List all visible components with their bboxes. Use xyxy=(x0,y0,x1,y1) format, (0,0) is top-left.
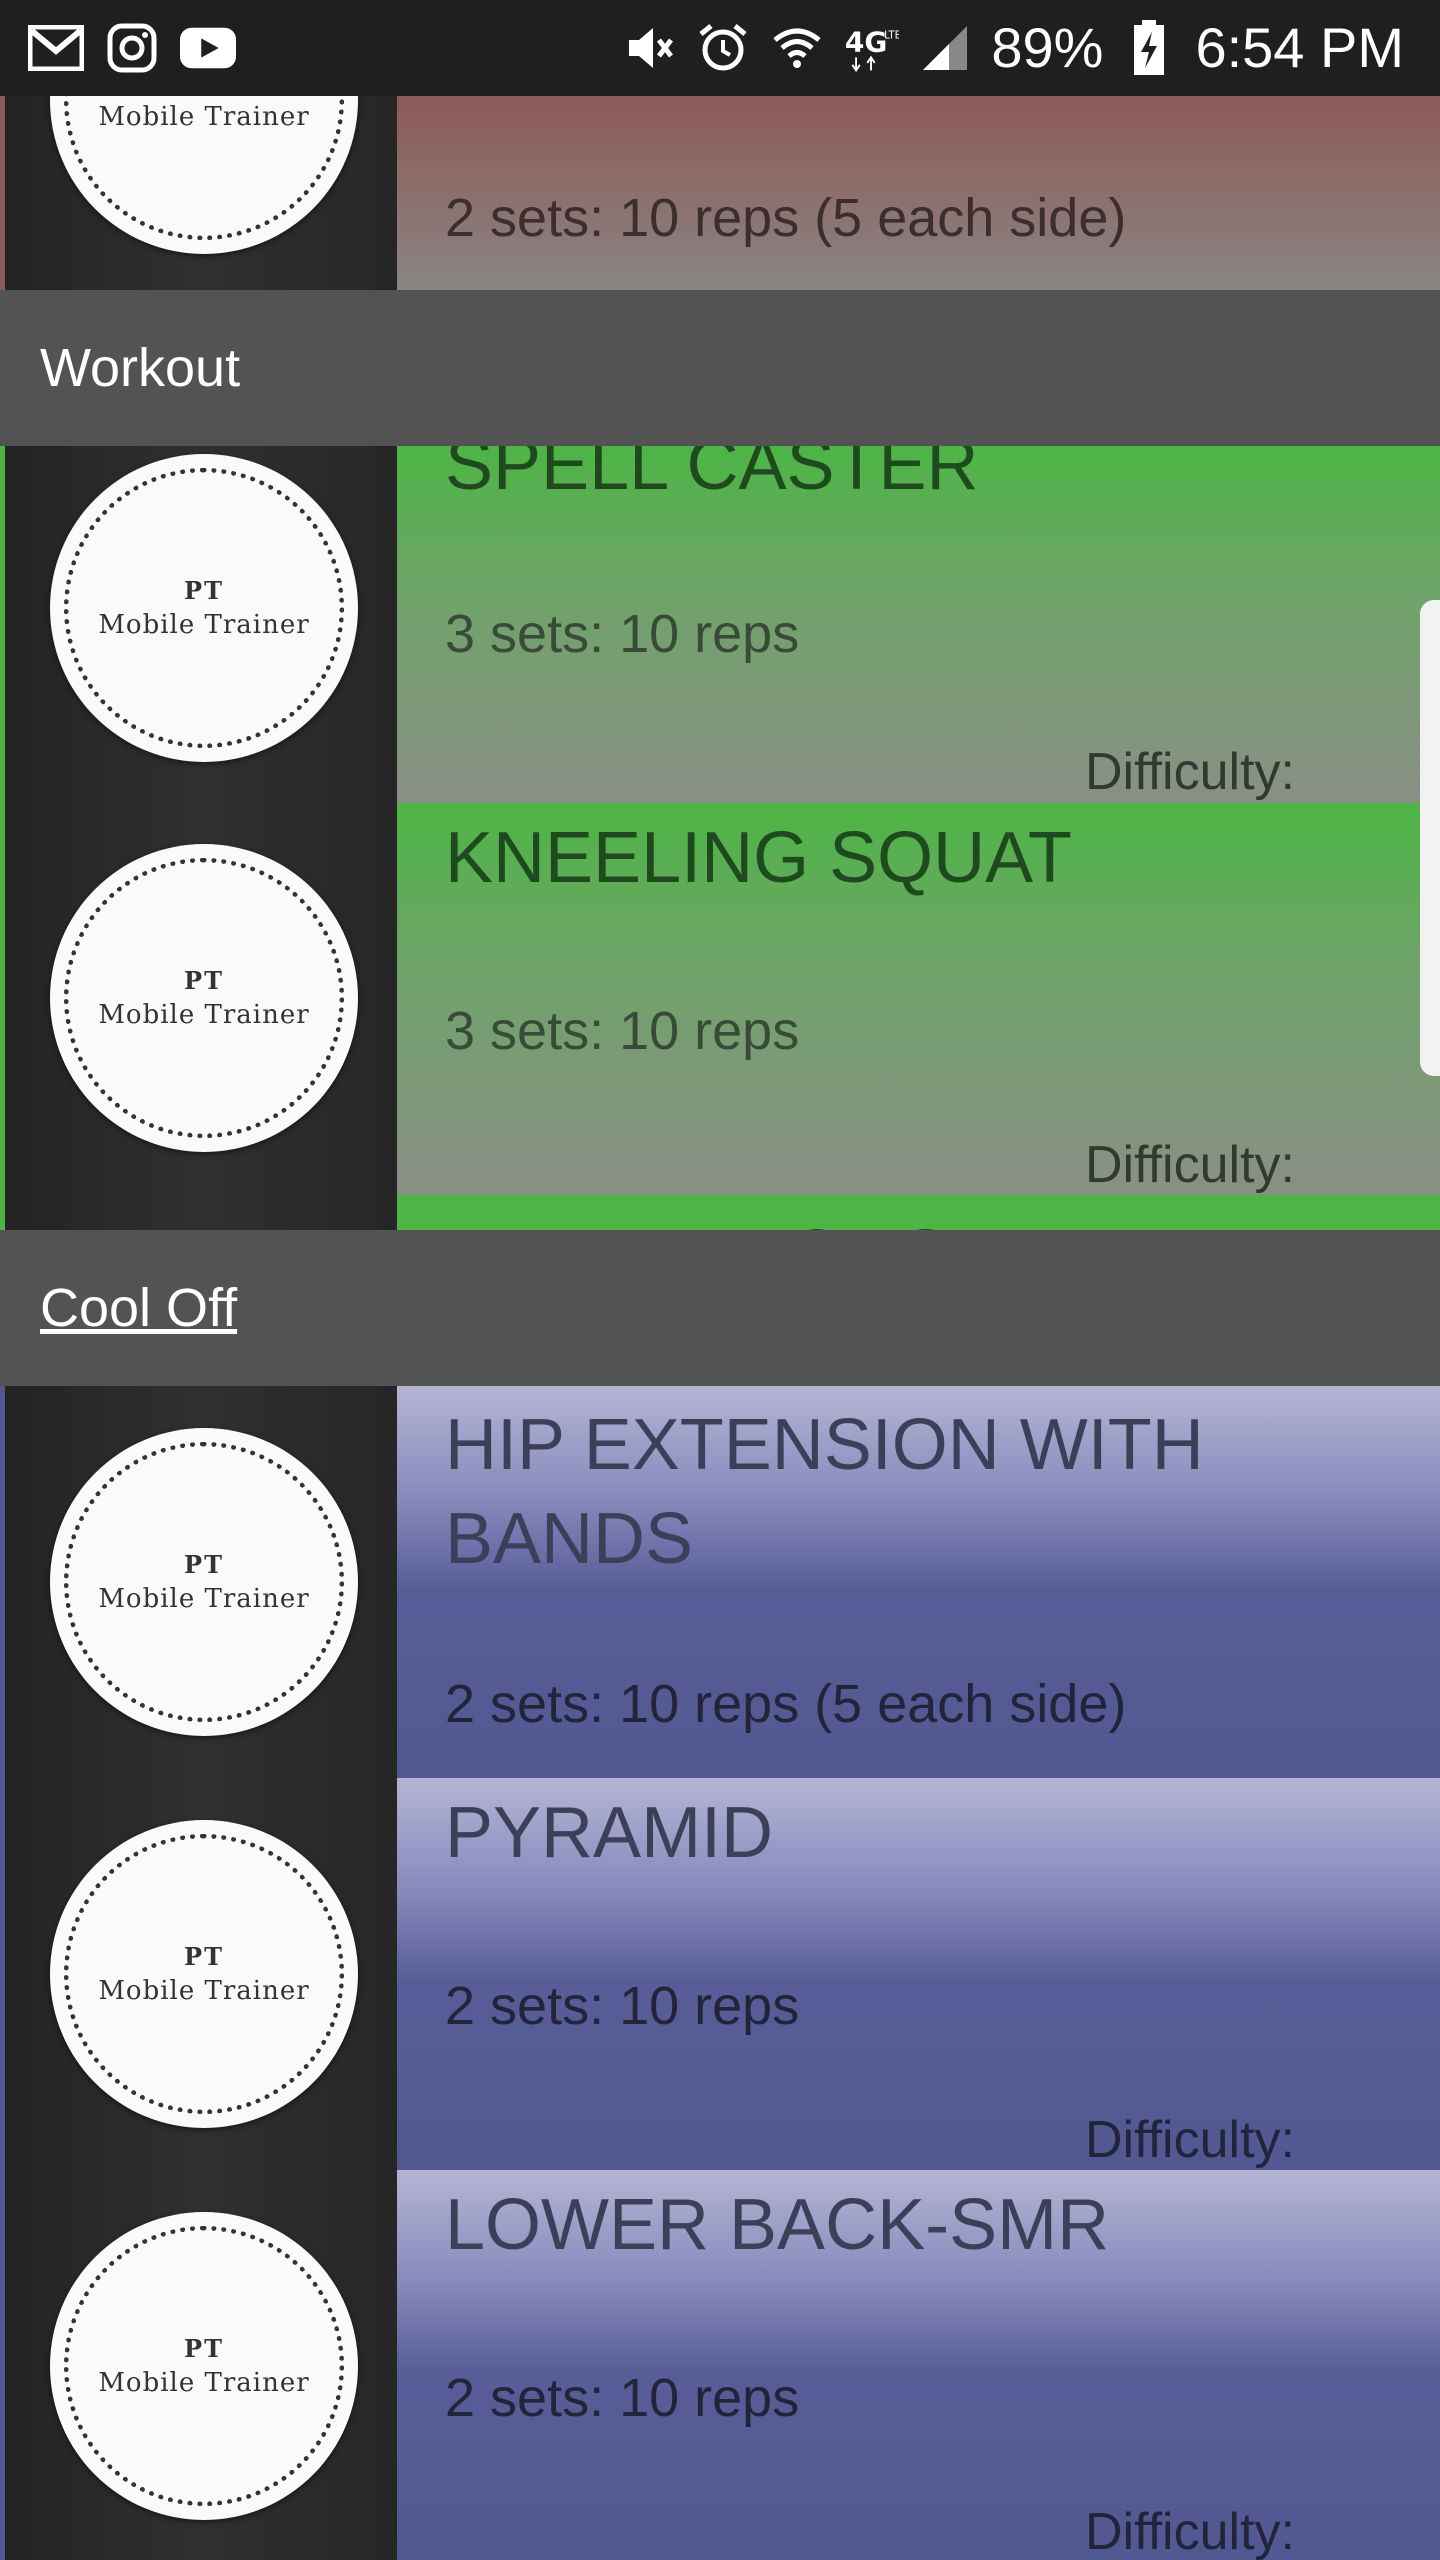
battery-percent: 89% xyxy=(991,16,1104,79)
exercise-sets: 2 sets: 10 reps xyxy=(445,1976,800,2036)
4g-lte-icon: 4GLTE xyxy=(843,20,899,76)
svg-text:4G: 4G xyxy=(845,26,887,59)
exercise-sets: 3 sets: 10 reps xyxy=(445,1001,800,1061)
logo-ring xyxy=(64,1442,344,1722)
clock: 6:54 PM xyxy=(1195,16,1404,79)
logo-line2: Mobile Trainer xyxy=(98,2368,310,2398)
logo-ring xyxy=(64,858,344,1138)
exercise-content: PULL THROUGH xyxy=(397,1195,1440,1230)
exercise-sets: 2 sets: 10 reps (5 each side) xyxy=(445,188,1127,248)
exercise-title: SPELL CASTER xyxy=(445,446,979,505)
exercise-content: SPELL CASTER 3 sets: 10 reps Difficulty: xyxy=(397,446,1440,803)
alarm-icon xyxy=(695,20,751,76)
exercise-content: KNEELING SQUAT 3 sets: 10 reps Difficult… xyxy=(397,803,1440,1195)
signal-icon xyxy=(917,20,973,76)
pt-logo-thumbnail: PT Mobile Trainer xyxy=(50,96,358,254)
exercise-difficulty: Difficulty: xyxy=(1085,743,1295,801)
pt-logo-thumbnail: PT Mobile Trainer xyxy=(50,2212,358,2520)
exercise-content: 2 sets: 10 reps (5 each side) xyxy=(397,96,1440,290)
thumbnail-column: PT Mobile Trainer xyxy=(5,2170,397,2560)
battery-charging-icon xyxy=(1121,20,1177,76)
logo-line2: Mobile Trainer xyxy=(98,1584,310,1614)
logo-line1: PT xyxy=(50,96,358,97)
logo-line2: Mobile Trainer xyxy=(98,1000,310,1030)
logo-line1: PT xyxy=(184,1550,224,1579)
exercise-difficulty: Difficulty: xyxy=(1085,2503,1295,2560)
thumbnail-column: PT Mobile Trainer xyxy=(5,803,397,1195)
exercise-title: HIP EXTENSION WITH BANDS xyxy=(445,1405,1204,1579)
logo-line1: PT xyxy=(184,966,224,995)
exercise-title: PULL THROUGH xyxy=(445,1209,1290,1230)
exercise-content: HIP EXTENSION WITH BANDS 2 sets: 10 reps… xyxy=(397,1386,1440,1778)
instagram-icon xyxy=(104,20,160,76)
exercise-row[interactable]: PULL THROUGH xyxy=(0,1195,1440,1230)
exercise-title: KNEELING SQUAT xyxy=(445,818,1072,898)
exercise-sets: 2 sets: 10 reps (5 each side) xyxy=(445,1674,1127,1734)
logo-line2: Mobile Trainer xyxy=(98,610,310,640)
section-header-cooloff[interactable]: Cool Off xyxy=(0,1230,1440,1386)
exercise-title: PYRAMID xyxy=(445,1793,774,1873)
wifi-icon xyxy=(769,20,825,76)
logo-ring xyxy=(64,1834,344,2114)
exercise-row[interactable]: PT Mobile Trainer KNEELING SQUAT 3 sets:… xyxy=(0,803,1440,1195)
exercise-difficulty: Difficulty: xyxy=(1085,1136,1295,1194)
exercise-sets: 2 sets: 10 reps xyxy=(445,2368,800,2428)
exercise-row[interactable]: PT Mobile Trainer HIP EXTENSION WITH BAN… xyxy=(0,1386,1440,1778)
section-title: Workout xyxy=(40,338,241,398)
pt-logo-thumbnail: PT Mobile Trainer xyxy=(50,1820,358,2128)
mute-icon xyxy=(621,20,677,76)
thumbnail-column: PT Mobile Trainer xyxy=(5,1386,397,1778)
logo-line2: Mobile Trainer xyxy=(98,1976,310,2006)
logo-line1: PT xyxy=(184,2334,224,2363)
logo-line2: Mobile Trainer xyxy=(98,102,310,132)
logo-line1: PT xyxy=(184,1942,224,1971)
logo-ring xyxy=(64,2226,344,2506)
exercise-content: LOWER BACK-SMR 2 sets: 10 reps Difficult… xyxy=(397,2170,1440,2560)
thumbnail-column: PT Mobile Trainer xyxy=(5,446,397,803)
exercise-row[interactable]: PT Mobile Trainer PYRAMID 2 sets: 10 rep… xyxy=(0,1778,1440,2170)
exercise-content: PYRAMID 2 sets: 10 reps Difficulty: xyxy=(397,1778,1440,2170)
thumbnail-column: PT Mobile Trainer xyxy=(5,1778,397,2170)
exercise-difficulty: Difficulty: xyxy=(1085,2111,1295,2169)
scroll-handle[interactable] xyxy=(1420,600,1440,1076)
svg-text:LTE: LTE xyxy=(884,30,899,42)
exercise-row[interactable]: PT Mobile Trainer SPELL CASTER 3 sets: 1… xyxy=(0,446,1440,803)
section-header-workout[interactable]: Workout xyxy=(0,290,1440,446)
logo-ring xyxy=(64,468,344,748)
pt-logo-thumbnail: PT Mobile Trainer xyxy=(50,454,358,762)
exercise-sets: 3 sets: 10 reps xyxy=(445,604,800,664)
youtube-icon xyxy=(180,20,236,76)
logo-line1: PT xyxy=(184,576,224,605)
thumbnail-column: PT Mobile Trainer xyxy=(5,96,397,290)
thumbnail-column xyxy=(5,1195,397,1230)
pt-logo-thumbnail: PT Mobile Trainer xyxy=(50,844,358,1152)
exercise-title: LOWER BACK-SMR xyxy=(445,2185,1110,2265)
gmail-icon xyxy=(28,20,84,76)
section-title-link[interactable]: Cool Off xyxy=(40,1276,237,1340)
exercise-row[interactable]: PT Mobile Trainer LOWER BACK-SMR 2 sets:… xyxy=(0,2170,1440,2560)
pt-logo-thumbnail: PT Mobile Trainer xyxy=(50,1428,358,1736)
exercise-row-warmup[interactable]: PT Mobile Trainer 2 sets: 10 reps (5 eac… xyxy=(0,96,1440,290)
status-bar: 4GLTE 89% 6:54 PM xyxy=(0,0,1440,96)
